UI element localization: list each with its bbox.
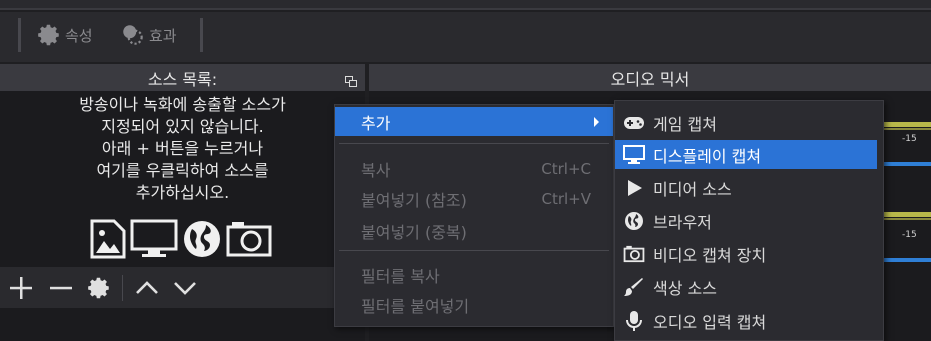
sources-toolbar <box>0 267 365 308</box>
audio-mixer-title: 오디오 믹서 <box>369 64 931 91</box>
image-icon <box>90 219 126 263</box>
obs-window: 속성 효과 소스 목록: 방송이나 녹화에 송출할 소스가 지정되어 있지 않습… <box>0 0 931 341</box>
menu-item-copy-filters-label: 필터를 복사 <box>361 266 440 286</box>
submenu-item-browser[interactable]: 브라우저 <box>615 206 883 235</box>
submenu-item-label: 미디어 소스 <box>653 179 732 199</box>
properties-button[interactable]: 속성 <box>36 22 93 48</box>
menu-item-paste-duplicate[interactable]: 붙여넣기 (중복) <box>335 216 613 245</box>
camera-icon <box>226 219 272 263</box>
context-menu: 추가 복사 Ctrl+C 붙여넣기 (참조) Ctrl+V 붙여넣기 (중복) … <box>334 104 614 327</box>
submenu-item-label: 색상 소스 <box>653 278 717 298</box>
monitor-icon <box>130 219 178 263</box>
meter-bar <box>880 122 931 127</box>
gear-icon <box>36 22 62 48</box>
menu-separator <box>339 250 609 251</box>
submenu-item-color-source[interactable]: 색상 소스 <box>615 272 883 301</box>
submenu-item-video-capture[interactable]: 비디오 캡쳐 장치 <box>615 239 883 268</box>
audio-mixer-title-label: 오디오 믹서 <box>610 69 690 89</box>
globe-icon <box>182 219 222 263</box>
volume-slider[interactable] <box>880 162 931 166</box>
move-up-button[interactable] <box>134 275 160 301</box>
menu-item-paste-reference-label: 붙여넣기 (참조) <box>361 190 467 210</box>
menu-separator <box>339 143 609 144</box>
source-properties-button[interactable] <box>86 275 112 301</box>
menu-item-paste-filters[interactable]: 필터를 붙여넣기 <box>335 290 613 319</box>
submenu-item-label: 브라우저 <box>653 212 712 232</box>
meter-ticks <box>880 218 931 220</box>
audio-meter: -15 <box>880 212 931 262</box>
menu-item-copy[interactable]: 복사 Ctrl+C <box>335 154 613 183</box>
sources-panel-title: 소스 목록: <box>0 64 365 91</box>
brush-icon <box>623 276 645 298</box>
submenu-item-media-source[interactable]: 미디어 소스 <box>615 173 883 202</box>
play-icon <box>623 177 645 199</box>
submenu-arrow-icon <box>594 117 599 127</box>
remove-source-button[interactable] <box>48 275 74 301</box>
toolbar-separator <box>18 18 21 52</box>
monitor-icon <box>623 144 645 166</box>
sources-list[interactable]: 방송이나 녹화에 송출할 소스가 지정되어 있지 않습니다. 아래 + 버튼을 … <box>0 91 365 267</box>
filters-button[interactable]: 효과 <box>120 22 177 48</box>
filter-icon <box>120 22 146 48</box>
meter-ticks <box>880 128 931 130</box>
toolbar-divider <box>122 275 123 301</box>
menu-item-add[interactable]: 추가 <box>335 107 613 136</box>
add-source-submenu: 게임 캡쳐 디스플레이 캡쳐 미디어 소스 브라우저 비디오 캡쳐 장치 색상 … <box>614 100 884 341</box>
menu-item-paste-duplicate-label: 붙여넣기 (중복) <box>361 222 467 242</box>
menu-item-paste-filters-label: 필터를 붙여넣기 <box>361 296 470 316</box>
empty-sources-hint: 방송이나 녹화에 송출할 소스가 지정되어 있지 않습니다. 아래 + 버튼을 … <box>79 95 286 202</box>
submenu-item-audio-input[interactable]: 오디오 입력 캡쳐 <box>615 306 883 335</box>
submenu-item-label: 오디오 입력 캡쳐 <box>653 312 767 332</box>
meter-tick-label: -15 <box>902 134 917 144</box>
toolbar-separator <box>200 18 203 52</box>
menu-item-paste-reference[interactable]: 붙여넣기 (참조) Ctrl+V <box>335 184 613 213</box>
meter-tick-label: -15 <box>902 230 917 240</box>
move-down-button[interactable] <box>172 275 198 301</box>
menu-item-copy-shortcut: Ctrl+C <box>541 159 591 178</box>
properties-label: 속성 <box>65 26 93 45</box>
filters-label: 효과 <box>149 26 177 45</box>
volume-slider[interactable] <box>880 258 931 262</box>
camera-icon <box>623 243 645 265</box>
source-type-icons <box>90 219 272 263</box>
submenu-item-label: 비디오 캡쳐 장치 <box>653 245 767 265</box>
menu-item-copy-label: 복사 <box>361 160 391 180</box>
microphone-icon <box>623 310 645 332</box>
globe-icon <box>623 210 645 232</box>
audio-meter: -15 <box>880 122 931 166</box>
meter-bar <box>880 212 931 217</box>
menu-item-paste-reference-shortcut: Ctrl+V <box>541 189 591 208</box>
submenu-item-label: 게임 캡쳐 <box>653 114 717 134</box>
submenu-item-game-capture[interactable]: 게임 캡쳐 <box>615 108 883 137</box>
source-toolbar: 속성 효과 <box>0 12 931 62</box>
top-border <box>0 0 931 10</box>
submenu-item-label: 디스플레이 캡쳐 <box>653 146 762 166</box>
gamepad-icon <box>623 112 645 134</box>
sources-footer <box>0 308 365 341</box>
submenu-item-display-capture[interactable]: 디스플레이 캡쳐 <box>615 140 877 169</box>
menu-item-copy-filters[interactable]: 필터를 복사 <box>335 260 613 289</box>
add-source-button[interactable] <box>8 275 34 301</box>
menu-item-add-label: 추가 <box>361 113 391 133</box>
undock-icon[interactable] <box>345 72 357 87</box>
sources-title-label: 소스 목록: <box>147 69 218 89</box>
